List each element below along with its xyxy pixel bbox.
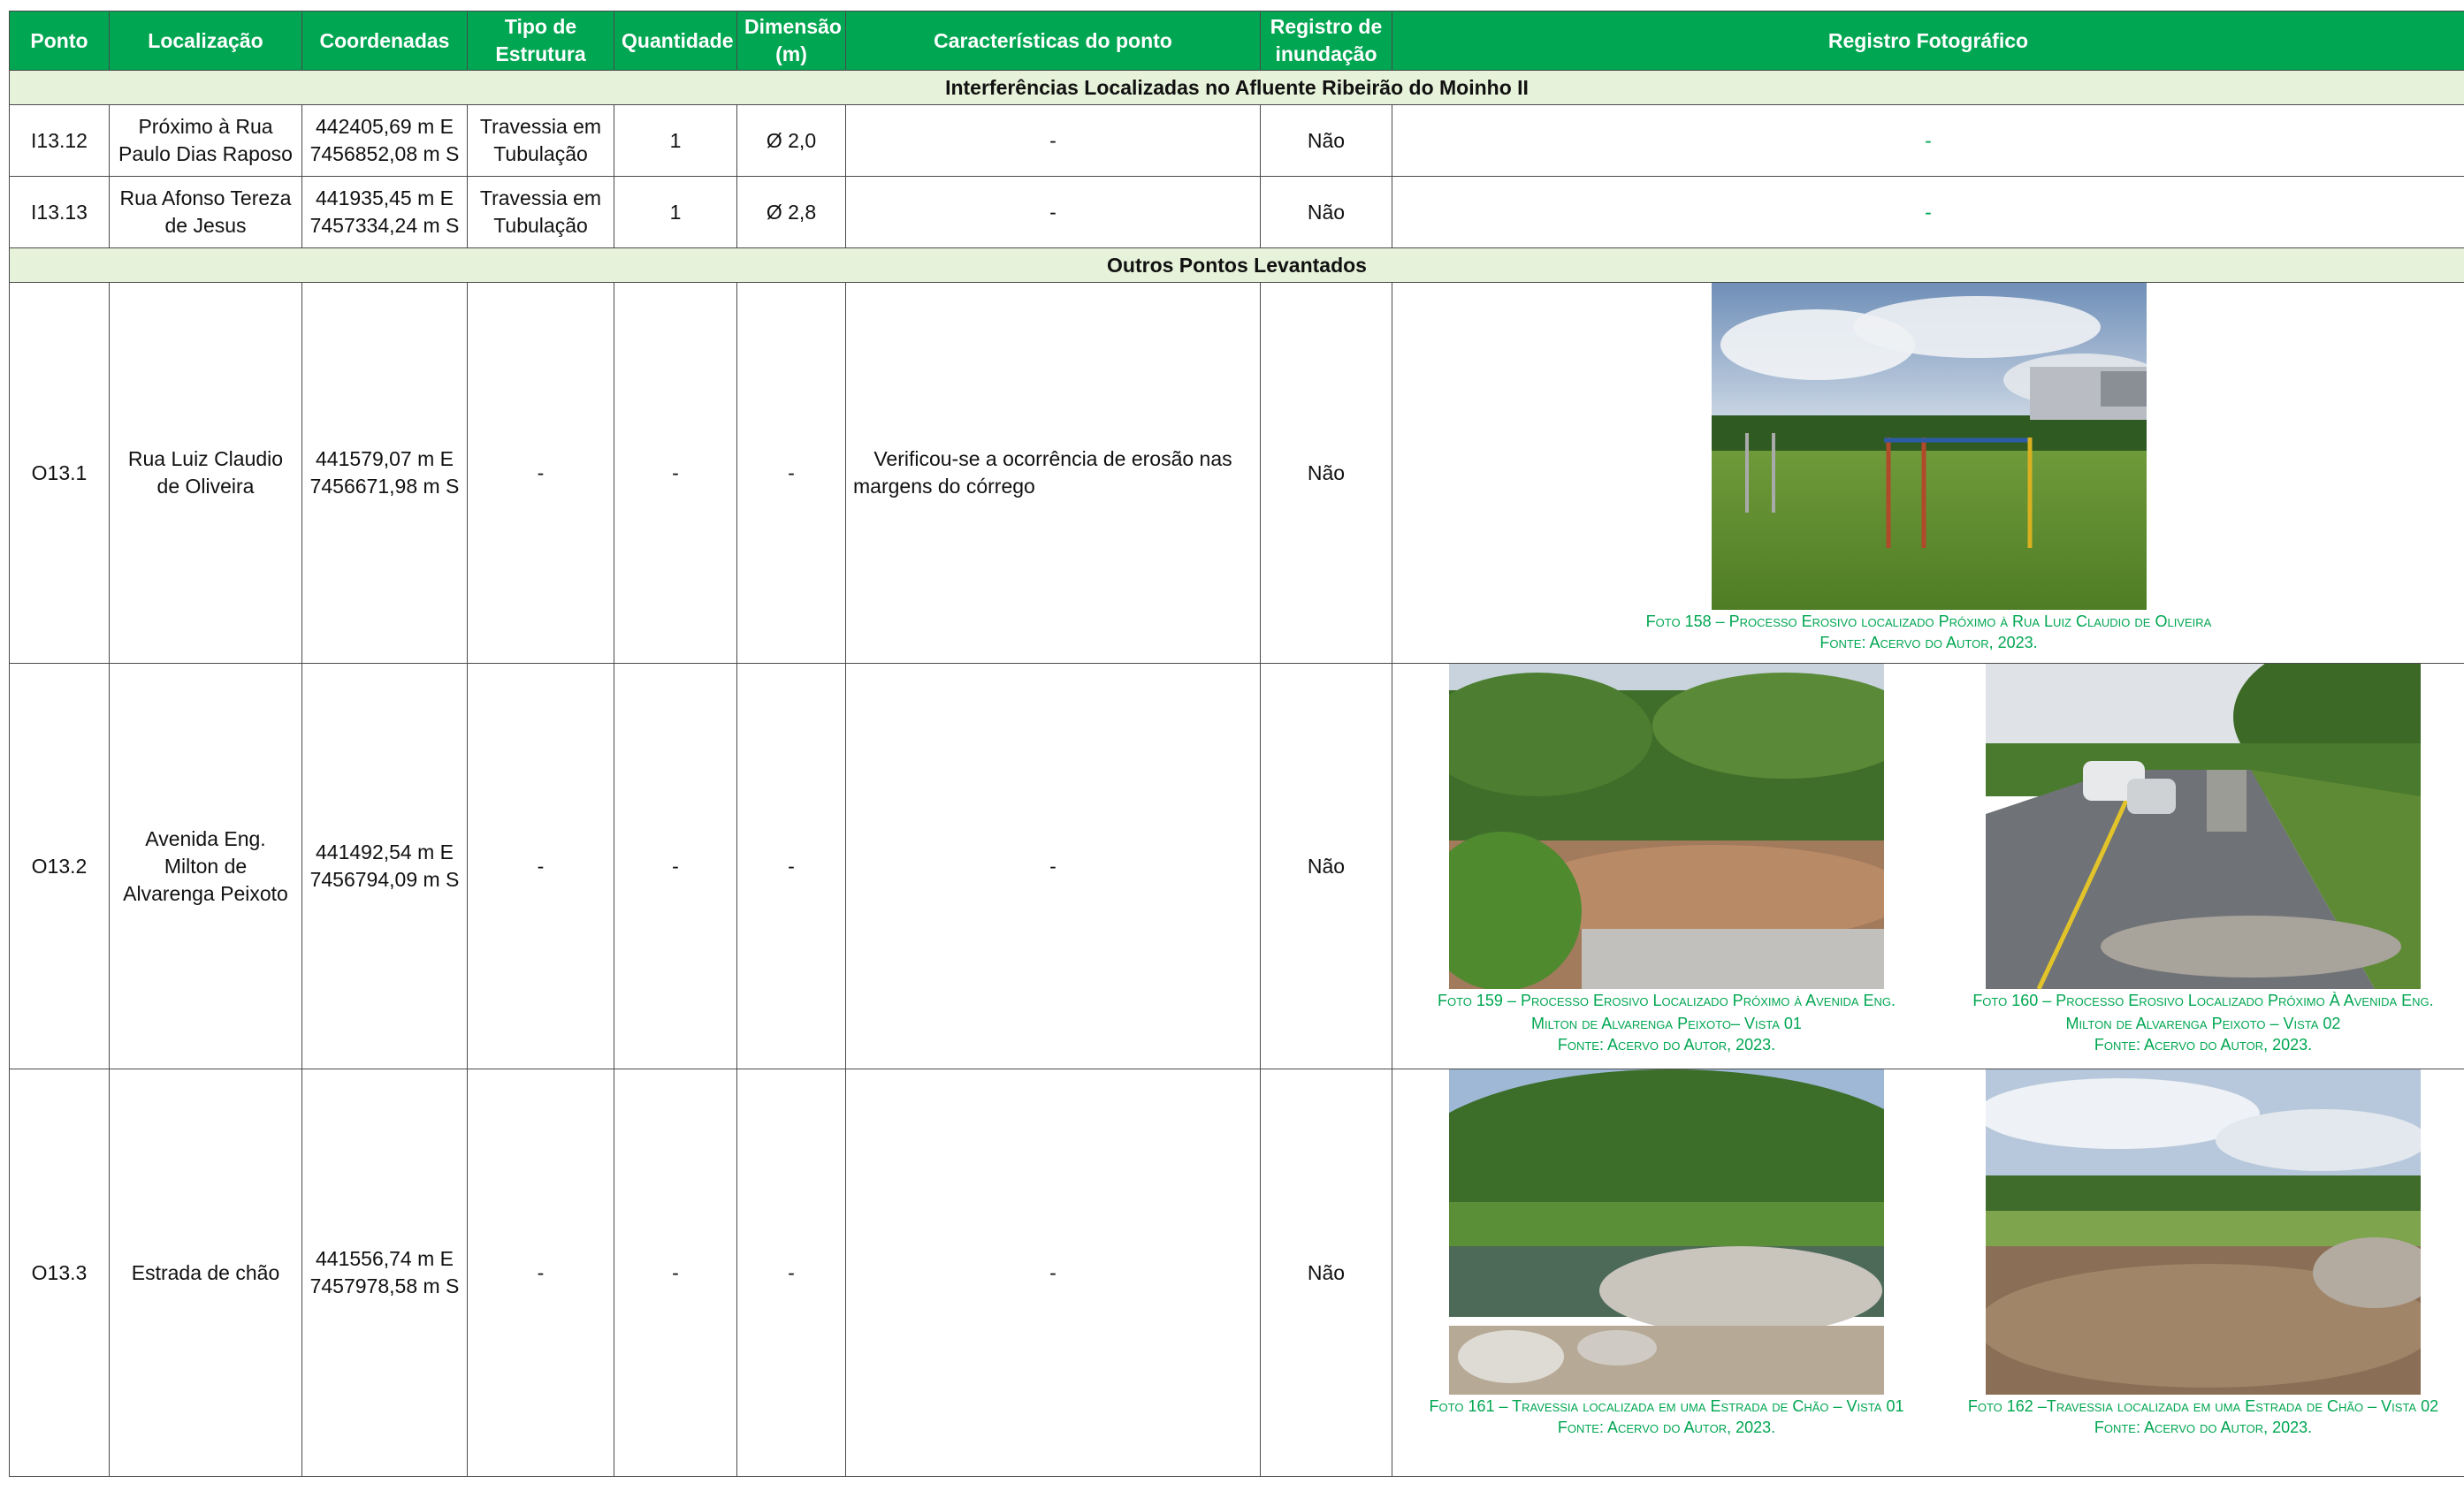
cell-tipo: - — [467, 282, 614, 664]
col-header-caracteristicas: Características do ponto — [845, 11, 1261, 71]
photo-block: Foto 158 – Processo Erosivo localizado P… — [1393, 283, 2464, 653]
photo-erosion-field — [1711, 283, 2147, 610]
photo-source: Fonte: Acervo do Autor, 2023. — [1819, 634, 2038, 651]
cell-foto: - — [1392, 104, 2464, 177]
survey-table: Ponto Localização Coordenadas Tipo de Es… — [9, 11, 2464, 1477]
cell-inundacao: Não — [1260, 1069, 1392, 1477]
photo-caption: Foto 160 – Processo Erosivo Localizado P… — [1972, 992, 2434, 1032]
coord-e: 442405,69 m E — [315, 115, 454, 138]
coord-s: 7457978,58 m S — [309, 1274, 460, 1297]
header-row: Ponto Localização Coordenadas Tipo de Es… — [9, 11, 2464, 71]
coord-s: 7457334,24 m S — [309, 214, 460, 237]
cell-ponto: O13.1 — [9, 282, 110, 664]
coord-e: 441579,07 m E — [315, 447, 454, 470]
cell-ponto: O13.3 — [9, 1069, 110, 1477]
photo-block: Foto 161 – Travessia localizada em uma E… — [1419, 1069, 1914, 1438]
cell-foto: Foto 158 – Processo Erosivo localizado P… — [1392, 282, 2464, 664]
photo-block: Foto 159 – Processo Erosivo Localizado P… — [1419, 664, 1914, 1055]
document-page: Ponto Localização Coordenadas Tipo de Es… — [0, 0, 2464, 1491]
table-row: I13.12 Próximo à Rua Paulo Dias Raposo 4… — [9, 104, 2464, 177]
coord-e: 441935,45 m E — [315, 186, 454, 209]
col-header-dimensao: Dimensão (m) — [736, 11, 846, 71]
cell-tipo: Travessia em Tubulação — [467, 104, 614, 177]
col-header-foto: Registro Fotográfico — [1392, 11, 2464, 71]
cell-caracteristicas: - — [845, 176, 1261, 248]
cell-coordenadas: 441492,54 m E 7456794,09 m S — [301, 663, 468, 1069]
photo-source: Fonte: Acervo do Autor, 2023. — [1557, 1036, 1776, 1054]
coord-e: 441556,74 m E — [315, 1247, 454, 1270]
cell-localizacao: Avenida Eng. Milton de Alvarenga Peixoto — [109, 663, 302, 1069]
cell-caracteristicas: - — [845, 1069, 1261, 1477]
table-row: O13.3 Estrada de chão 441556,74 m E 74579… — [9, 1069, 2464, 1477]
cell-dimensao: - — [736, 1069, 846, 1477]
col-header-localizacao: Localização — [109, 11, 302, 71]
cell-localizacao: Rua Luiz Claudio de Oliveira — [109, 282, 302, 664]
table-row: O13.2 Avenida Eng. Milton de Alvarenga P… — [9, 663, 2464, 1069]
photo-source: Fonte: Acervo do Autor, 2023. — [2094, 1419, 2313, 1436]
photo-block: Foto 160 – Processo Erosivo Localizado P… — [1956, 664, 2451, 1055]
cell-caracteristicas: Verificou-se a ocorrência de erosão nas … — [845, 282, 1261, 664]
section-row-interferencias: Interferências Localizadas no Afluente R… — [9, 70, 2464, 105]
cell-inundacao: Não — [1260, 663, 1392, 1069]
cell-tipo: - — [467, 1069, 614, 1477]
photo-caption: Foto 158 – Processo Erosivo localizado P… — [1645, 612, 2212, 630]
cell-inundacao: Não — [1260, 282, 1392, 664]
photo-crossing-dirt-road-2 — [1986, 1069, 2421, 1395]
cell-ponto: I13.13 — [9, 176, 110, 248]
cell-tipo: - — [467, 663, 614, 1069]
cell-quantidade: - — [614, 282, 737, 664]
cell-quantidade: - — [614, 1069, 737, 1477]
table-row: O13.1 Rua Luiz Claudio de Oliveira 44157… — [9, 282, 2464, 664]
cell-ponto: O13.2 — [9, 663, 110, 1069]
section-title: Outros Pontos Levantados — [9, 247, 2464, 283]
coord-s: 7456671,98 m S — [309, 475, 460, 498]
col-header-quantidade: Quantidade — [614, 11, 737, 71]
cell-quantidade: 1 — [614, 176, 737, 248]
coord-s: 7456794,09 m S — [309, 868, 460, 891]
photo-source: Fonte: Acervo do Autor, 2023. — [2094, 1036, 2313, 1054]
cell-coordenadas: 441935,45 m E 7457334,24 m S — [301, 176, 468, 248]
table-row: I13.13 Rua Afonso Tereza de Jesus 441935… — [9, 176, 2464, 248]
cell-localizacao: Próximo à Rua Paulo Dias Raposo — [109, 104, 302, 177]
cell-localizacao: Rua Afonso Tereza de Jesus — [109, 176, 302, 248]
cell-inundacao: Não — [1260, 104, 1392, 177]
photo-block: Foto 162 –Travessia localizada em uma Es… — [1956, 1069, 2451, 1438]
cell-quantidade: 1 — [614, 104, 737, 177]
cell-foto: Foto 161 – Travessia localizada em uma E… — [1392, 1069, 2464, 1477]
cell-quantidade: - — [614, 663, 737, 1069]
cell-caracteristicas: - — [845, 663, 1261, 1069]
cell-ponto: I13.12 — [9, 104, 110, 177]
cell-dimensao: Ø 2,0 — [736, 104, 846, 177]
col-header-inundacao: Registro de inundação — [1260, 11, 1392, 71]
coord-e: 441492,54 m E — [315, 841, 454, 863]
photo-erosion-avenue-1 — [1449, 664, 1884, 989]
cell-dimensao: - — [736, 663, 846, 1069]
cell-tipo: Travessia em Tubulação — [467, 176, 614, 248]
section-row-outros: Outros Pontos Levantados — [9, 247, 2464, 283]
photo-caption: Foto 161 – Travessia localizada em uma E… — [1429, 1397, 1904, 1415]
cell-coordenadas: 442405,69 m E 7456852,08 m S — [301, 104, 468, 177]
photo-source: Fonte: Acervo do Autor, 2023. — [1557, 1419, 1776, 1436]
cell-localizacao: Estrada de chão — [109, 1069, 302, 1477]
cell-foto: Foto 159 – Processo Erosivo Localizado P… — [1392, 663, 2464, 1069]
photo-erosion-avenue-2 — [1986, 664, 2421, 989]
cell-inundacao: Não — [1260, 176, 1392, 248]
cell-foto: - — [1392, 176, 2464, 248]
col-header-tipo: Tipo de Estrutura — [467, 11, 614, 71]
cell-dimensao: Ø 2,8 — [736, 176, 846, 248]
section-title: Interferências Localizadas no Afluente R… — [9, 70, 2464, 105]
photo-caption: Foto 159 – Processo Erosivo Localizado P… — [1437, 992, 1896, 1032]
cell-dimensao: - — [736, 282, 846, 664]
col-header-coordenadas: Coordenadas — [301, 11, 468, 71]
cell-coordenadas: 441556,74 m E 7457978,58 m S — [301, 1069, 468, 1477]
cell-coordenadas: 441579,07 m E 7456671,98 m S — [301, 282, 468, 664]
cell-caracteristicas: - — [845, 104, 1261, 177]
col-header-ponto: Ponto — [9, 11, 110, 71]
photo-caption: Foto 162 –Travessia localizada em uma Es… — [1967, 1397, 2439, 1415]
photo-crossing-dirt-road-1 — [1449, 1069, 1884, 1395]
coord-s: 7456852,08 m S — [309, 142, 460, 165]
